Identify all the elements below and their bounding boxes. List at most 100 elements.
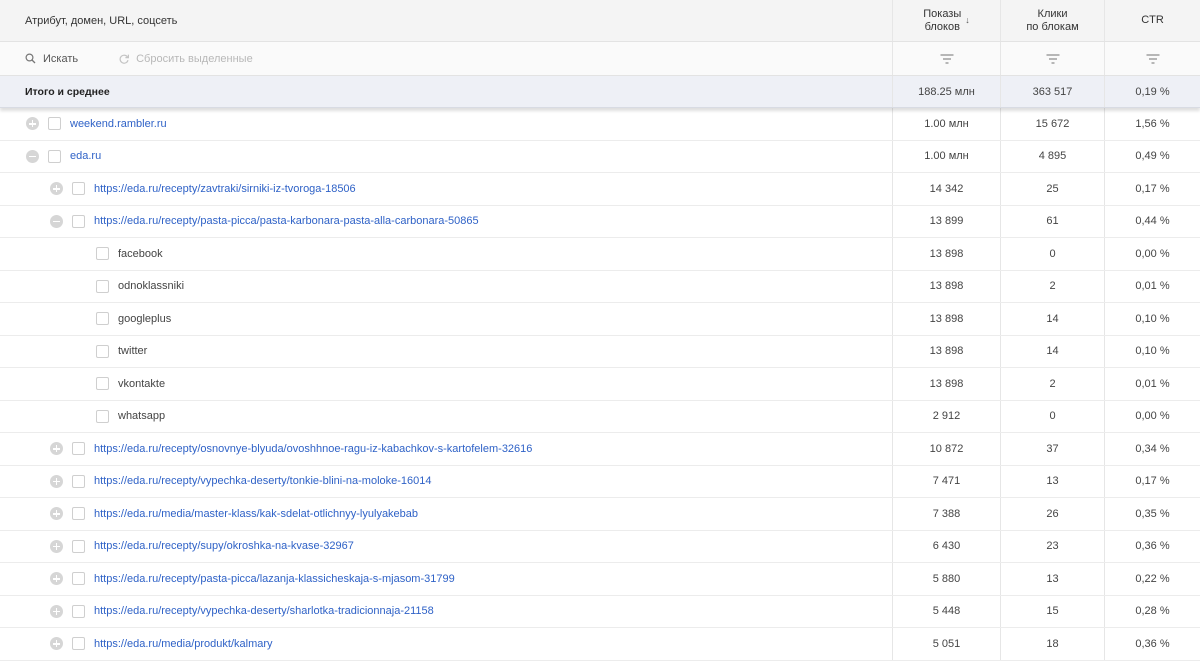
row-name-cell: https://eda.ru/recepty/vypechka-deserty/… [0,595,893,627]
row-label: odnoklassniki [118,280,185,293]
table-row[interactable]: https://eda.ru/media/master-klass/kak-sd… [0,498,1200,531]
row-link[interactable]: https://eda.ru/media/produkt/kalmary [94,638,273,650]
row-ctr: 0,10 % [1135,312,1170,325]
table-row[interactable]: facebook 13 898 0 0,00 % [0,238,1200,271]
search-input[interactable]: Искать [25,53,78,65]
sort-down-arrow-icon[interactable]: ↓ [965,14,970,27]
table-row[interactable]: weekend.rambler.ru 1.00 млн 15 672 1,56 % [0,108,1200,141]
row-checkbox[interactable] [72,637,85,651]
filter-clicks[interactable] [1001,42,1105,75]
row-clicks: 13 [1001,563,1105,595]
row-name-cell: vkontakte [0,368,893,400]
column-header-clicks[interactable]: Клики по блокам [1001,0,1105,41]
expand-plus-icon[interactable] [50,507,63,521]
table-header: Атрибут, домен, URL, соцсеть Показы блок… [0,0,1200,42]
row-shows: 13 898 [893,270,1001,302]
row-checkbox[interactable] [48,149,61,163]
table-row[interactable]: https://eda.ru/recepty/vypechka-deserty/… [0,465,1200,498]
row-ctr: 0,28 % [1135,605,1170,618]
row-clicks: 14 [1001,303,1105,335]
expand-plus-icon[interactable] [50,442,63,456]
table-row[interactable]: https://eda.ru/media/produkt/kalmary 5 05… [0,628,1200,661]
table-row[interactable]: twitter 13 898 14 0,10 % [0,335,1200,368]
collapse-minus-icon[interactable] [50,214,63,228]
row-name-cell: https://eda.ru/media/produkt/kalmary [0,628,893,660]
row-checkbox[interactable] [72,604,85,618]
expand-plus-icon[interactable] [50,539,63,553]
table-row[interactable]: odnoklassniki 13 898 2 0,01 % [0,270,1200,303]
expand-plus-icon[interactable] [50,474,63,488]
table-row[interactable]: vkontakte 13 898 2 0,01 % [0,368,1200,401]
table-row[interactable]: https://eda.ru/recepty/pasta-picca/pasta… [0,205,1200,238]
row-ctr: 0,00 % [1135,247,1170,260]
table-row[interactable]: https://eda.ru/recepty/vypechka-deserty/… [0,595,1200,628]
row-checkbox[interactable] [96,409,109,423]
row-ctr: 0,17 % [1135,182,1170,195]
row-checkbox[interactable] [96,312,109,326]
row-name-cell: googleplus [0,303,893,335]
table-row[interactable]: https://eda.ru/recepty/zavtraki/sirniki-… [0,173,1200,206]
table-row[interactable]: https://eda.ru/recepty/supy/okroshka-na-… [0,530,1200,563]
row-name-cell: https://eda.ru/recepty/osnovnye-blyuda/o… [0,433,893,465]
row-name-cell: https://eda.ru/media/master-klass/kak-sd… [0,498,893,530]
row-checkbox[interactable] [96,377,109,391]
filter-shows[interactable] [893,42,1001,75]
expand-plus-icon[interactable] [26,117,39,131]
row-link[interactable]: eda.ru [70,150,101,162]
row-checkbox[interactable] [72,182,85,196]
filter-icon [1046,53,1059,64]
column-header-clicks-line2: по блокам [1026,20,1079,33]
row-shows: 5 448 [893,595,1001,627]
row-checkbox[interactable] [72,507,85,521]
row-link[interactable]: weekend.rambler.ru [70,118,167,130]
row-checkbox[interactable] [72,572,85,586]
row-checkbox[interactable] [72,474,85,488]
row-shows: 2 912 [893,400,1001,432]
row-link[interactable]: https://eda.ru/recepty/vypechka-deserty/… [94,605,434,617]
expand-plus-icon[interactable] [50,604,63,618]
row-link[interactable]: https://eda.ru/media/master-klass/kak-sd… [94,508,418,520]
column-header-ctr[interactable]: CTR [1105,0,1200,41]
row-checkbox[interactable] [48,117,61,131]
row-checkbox[interactable] [72,442,85,456]
reset-selected-label: Сбросить выделенные [136,52,253,65]
row-shows: 13 898 [893,335,1001,367]
row-link[interactable]: https://eda.ru/recepty/supy/okroshka-na-… [94,540,354,552]
row-shows: 5 051 [893,628,1001,660]
row-shows: 13 899 [893,205,1001,237]
row-name-cell: https://eda.ru/recepty/supy/okroshka-na-… [0,530,893,562]
row-checkbox[interactable] [72,214,85,228]
expand-plus-icon[interactable] [50,637,63,651]
row-checkbox[interactable] [96,247,109,261]
row-ctr: 0,01 % [1135,280,1170,293]
row-ctr: 0,49 % [1135,150,1170,163]
row-shows: 10 872 [893,433,1001,465]
row-ctr: 0,36 % [1135,637,1170,650]
table-row[interactable]: whatsapp 2 912 0 0,00 % [0,400,1200,433]
row-label: twitter [118,345,148,358]
row-checkbox[interactable] [96,344,109,358]
expand-plus-icon[interactable] [50,572,63,586]
column-header-shows-line1: Показы [923,7,962,20]
row-link[interactable]: https://eda.ru/recepty/osnovnye-blyuda/o… [94,443,532,455]
table-row[interactable]: googleplus 13 898 14 0,10 % [0,303,1200,336]
row-link[interactable]: https://eda.ru/recepty/zavtraki/sirniki-… [94,183,356,195]
totals-shows: 188.25 млн [893,76,1001,107]
row-checkbox[interactable] [96,279,109,293]
expand-plus-icon[interactable] [50,182,63,196]
row-link[interactable]: https://eda.ru/recepty/vypechka-deserty/… [94,475,432,487]
table-row[interactable]: eda.ru 1.00 млн 4 895 0,49 % [0,140,1200,173]
table-row[interactable]: https://eda.ru/recepty/pasta-picca/lazan… [0,563,1200,596]
reset-selected-button[interactable]: Сбросить выделенные [118,53,253,65]
column-header-name[interactable]: Атрибут, домен, URL, соцсеть [0,0,893,41]
row-label: vkontakte [118,377,166,390]
row-link[interactable]: https://eda.ru/recepty/pasta-picca/pasta… [94,215,479,227]
row-ctr: 0,22 % [1135,572,1170,585]
row-clicks: 2 [1001,270,1105,302]
filter-ctr[interactable] [1105,42,1200,75]
collapse-minus-icon[interactable] [26,149,39,163]
table-row[interactable]: https://eda.ru/recepty/osnovnye-blyuda/o… [0,433,1200,466]
row-link[interactable]: https://eda.ru/recepty/pasta-picca/lazan… [94,573,455,585]
row-checkbox[interactable] [72,539,85,553]
column-header-shows[interactable]: Показы блоков ↓ [893,0,1001,41]
